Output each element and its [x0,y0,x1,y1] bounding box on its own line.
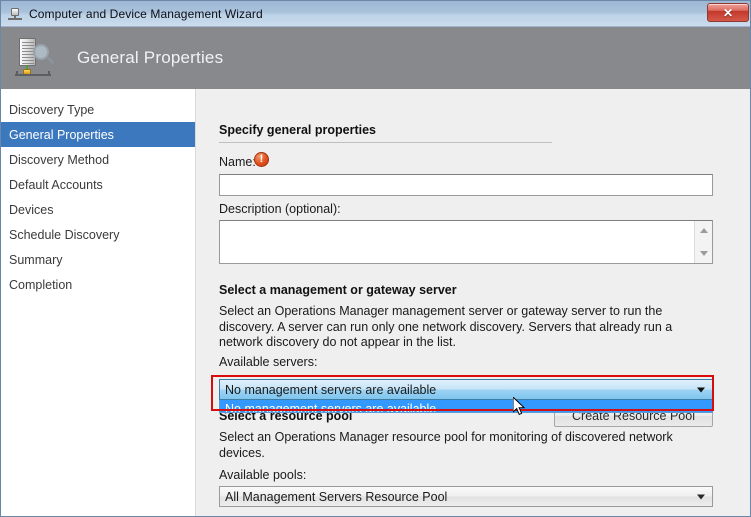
wizard-steps-sidebar: Discovery Type General Properties Discov… [1,89,196,516]
sidebar-item-label: Schedule Discovery [9,227,120,242]
description-field-wrapper [219,220,713,264]
general-properties-section-title: Specify general properties [219,123,377,137]
sidebar-item-schedule-discovery[interactable]: Schedule Discovery [1,222,195,247]
management-server-description: Select an Operations Manager management … [219,304,673,349]
wizard-window: Computer and Device Management Wizard ✕ … [0,0,751,517]
content-panel: Specify general properties Name: ! Descr… [197,89,750,516]
management-server-section-title: Select a management or gateway server [219,283,457,297]
sidebar-item-label: Summary [9,252,63,267]
available-servers-label: Available servers: [219,355,318,369]
description-input[interactable] [220,221,694,263]
chevron-down-icon [697,387,705,392]
sidebar-item-discovery-type[interactable]: Discovery Type [1,97,195,122]
sidebar-item-label: Discovery Type [9,102,95,117]
window-title: Computer and Device Management Wizard [29,6,263,21]
name-field-label: Name: [219,155,256,169]
available-servers-dropdown[interactable]: No management servers are available [219,379,713,400]
device-icon [7,6,23,22]
sidebar-item-label: Default Accounts [9,177,103,192]
close-button[interactable]: ✕ [707,3,749,22]
name-input[interactable] [219,174,713,196]
sidebar-item-label: Discovery Method [9,152,110,167]
page-header: General Properties [1,27,750,89]
dropdown-option[interactable]: No management servers are available [220,400,712,413]
sidebar-item-general-properties[interactable]: General Properties [1,122,195,147]
available-servers-dropdown-list[interactable]: No management servers are available [219,400,713,413]
available-pools-selected-value: All Management Servers Resource Pool [225,489,448,504]
sidebar-item-label: Completion [9,277,73,292]
sidebar-item-discovery-method[interactable]: Discovery Method [1,147,195,172]
scroll-down-arrow-icon[interactable] [699,251,708,256]
description-field-label: Description (optional): [219,202,341,216]
available-servers-selected-value: No management servers are available [225,382,437,397]
close-icon: ✕ [722,5,734,20]
error-exclamation-icon: ! [254,152,269,167]
dropdown-option-label: No management servers are available [225,401,437,413]
network-discovery-icon [13,35,59,81]
sidebar-item-default-accounts[interactable]: Default Accounts [1,172,195,197]
title-bar: Computer and Device Management Wizard ✕ [1,1,750,27]
available-pools-dropdown[interactable]: All Management Servers Resource Pool [219,486,713,507]
section-divider [219,142,552,143]
chevron-down-icon [697,494,705,499]
sidebar-item-devices[interactable]: Devices [1,197,195,222]
scroll-up-arrow-icon[interactable] [699,228,708,233]
sidebar-item-label: Devices [9,202,54,217]
available-pools-label: Available pools: [219,468,307,482]
resource-pool-description: Select an Operations Manager resource po… [219,430,673,460]
page-title: General Properties [77,48,224,67]
sidebar-item-label: General Properties [9,127,114,142]
sidebar-item-summary[interactable]: Summary [1,247,195,272]
sidebar-item-completion[interactable]: Completion [1,272,195,297]
description-scrollbar[interactable] [694,221,712,263]
